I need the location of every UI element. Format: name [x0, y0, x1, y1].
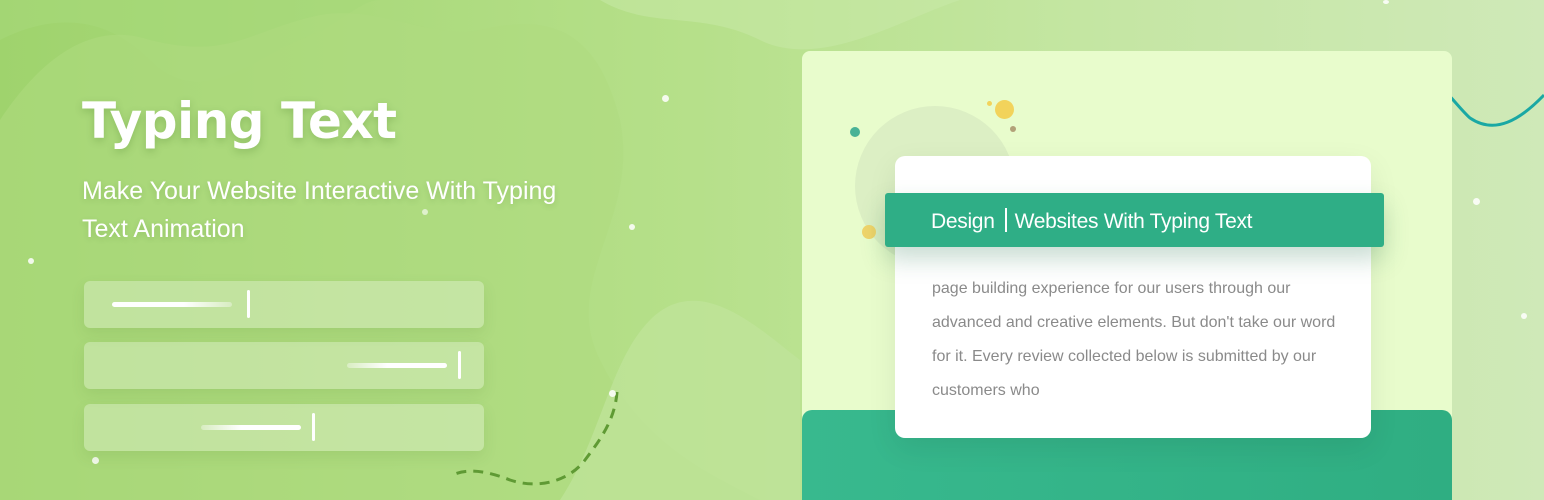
widget-body-text: page building experience for our users t… [932, 280, 1336, 399]
typing-text-banner: Design Websites With Typing Text [885, 193, 1384, 247]
decor-dot [662, 95, 669, 102]
decor-dot [1383, 0, 1389, 4]
decor-dot-yellow [862, 225, 876, 239]
decor-dot-yellow [987, 101, 992, 106]
banner-static-word: Design [931, 210, 995, 233]
text-cursor [247, 290, 250, 318]
decor-dot [1473, 198, 1480, 205]
banner-heading: Design Websites With Typing Text [931, 208, 1253, 234]
typed-text-line [347, 363, 447, 368]
typing-input-illustration [84, 342, 484, 389]
banner-typed-phrase: Websites With Typing Text [1014, 210, 1253, 233]
hero-title: Typing Text [82, 92, 397, 150]
decor-dot [92, 457, 99, 464]
typed-text-line [112, 302, 232, 307]
decor-dot [629, 224, 635, 230]
decor-dot-brown [1010, 126, 1016, 132]
typing-input-illustration [84, 404, 484, 451]
text-cursor [458, 351, 461, 379]
typing-input-illustration [84, 281, 484, 328]
hero-subtitle: Make Your Website Interactive With Typin… [82, 177, 557, 243]
typing-cursor [1004, 208, 1007, 232]
decor-dot-teal [850, 127, 860, 137]
decor-dot [28, 258, 34, 264]
top-right-wave-shape [600, 0, 960, 50]
typed-text-line [201, 425, 301, 430]
decor-dot-yellow [995, 100, 1014, 119]
decor-dot [1521, 313, 1527, 319]
text-cursor [312, 413, 315, 441]
decor-dot [609, 390, 616, 397]
